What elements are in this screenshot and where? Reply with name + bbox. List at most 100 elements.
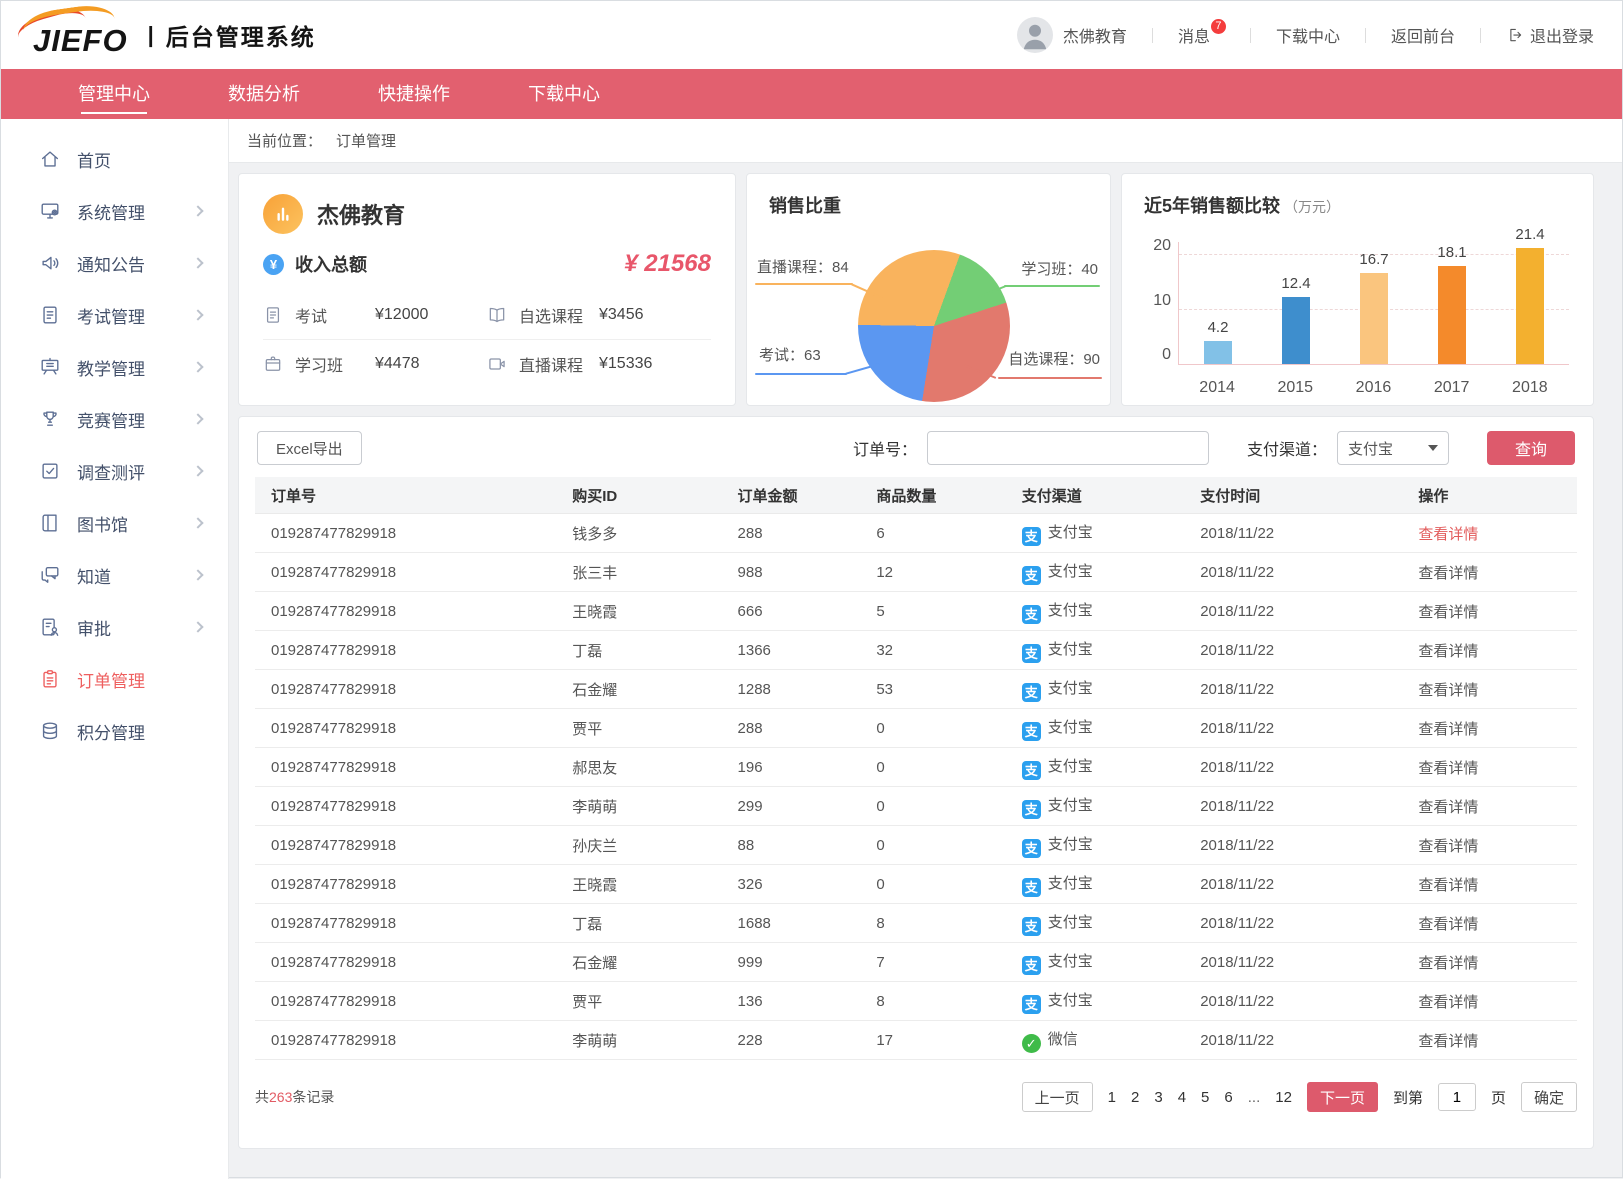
excel-export-button[interactable]: Excel导出 (257, 431, 362, 465)
teaching-icon (39, 356, 61, 378)
buyer-cell: 丁磊 (572, 640, 737, 661)
sidebar-item[interactable]: 教学管理 (1, 341, 228, 393)
sidebar-item[interactable]: 积分管理 (1, 705, 228, 757)
view-details-link[interactable]: 查看详情 (1418, 1033, 1478, 1050)
exam-icon (39, 304, 61, 326)
channel-label: 支付宝 (1048, 563, 1093, 580)
bars: 4.212.416.718.121.4 (1179, 242, 1569, 364)
column-header: 购买ID (572, 485, 737, 506)
pie-callout-label: 学习班：40 (1021, 258, 1098, 279)
view-details-link[interactable]: 查看详情 (1418, 604, 1478, 621)
income-item-value: ¥4478 (375, 355, 420, 373)
chevron-right-icon (192, 517, 203, 528)
nav-tab[interactable]: 管理中心 (39, 69, 189, 119)
page-number[interactable]: 1 (1108, 1089, 1116, 1106)
sidebar-item[interactable]: 系统管理 (1, 185, 228, 237)
amount-cell: 299 (738, 798, 877, 815)
page-number[interactable]: 12 (1275, 1089, 1292, 1106)
logo-separator: | (148, 22, 154, 48)
channel-cell: 支支付宝 (1022, 833, 1200, 858)
view-details-link[interactable]: 查看详情 (1418, 760, 1478, 777)
chevron-down-icon (1428, 445, 1438, 451)
next-page-button[interactable]: 下一页 (1307, 1082, 1378, 1112)
sidebar-item[interactable]: 订单管理 (1, 653, 228, 705)
back-to-front-link[interactable]: 返回前台 (1391, 23, 1455, 47)
download-center-link[interactable]: 下载中心 (1276, 23, 1340, 47)
page-number[interactable]: 4 (1178, 1089, 1186, 1106)
user-name: 杰佛教育 (1063, 23, 1127, 47)
prev-page-button[interactable]: 上一页 (1022, 1082, 1093, 1112)
income-item: 学习班¥4478 (263, 339, 487, 388)
order-no-cell: 019287477829918 (255, 681, 572, 698)
order-no-cell: 019287477829918 (255, 603, 572, 620)
page-number[interactable]: 6 (1224, 1089, 1232, 1106)
amount-cell: 326 (738, 876, 877, 893)
page-number[interactable]: 3 (1154, 1089, 1162, 1106)
page-number[interactable]: 5 (1201, 1089, 1209, 1106)
table-row: 019287477829918王晓霞6665支支付宝2018/11/22查看详情 (255, 592, 1577, 631)
view-details-link[interactable]: 查看详情 (1418, 838, 1478, 855)
quantity-cell: 32 (876, 642, 1021, 659)
order-no-cell: 019287477829918 (255, 993, 572, 1010)
logout-label: 退出登录 (1530, 23, 1594, 47)
storage-box-icon (263, 354, 283, 374)
search-button[interactable]: 查询 (1487, 431, 1575, 465)
income-item-label: 直播课程 (519, 352, 599, 376)
user-avatar[interactable] (1017, 17, 1053, 53)
bar-value-label: 21.4 (1515, 226, 1544, 243)
view-details-link[interactable]: 查看详情 (1418, 916, 1478, 933)
sidebar-item[interactable]: 审批 (1, 601, 228, 653)
column-header: 支付时间 (1200, 485, 1418, 506)
pay-channel-select[interactable]: 支付宝 (1337, 431, 1449, 465)
main-nav: 管理中心数据分析快捷操作下载中心 (1, 69, 1622, 119)
sidebar-item-label: 图书馆 (77, 511, 128, 536)
goto-page-input[interactable] (1438, 1083, 1476, 1111)
view-details-link[interactable]: 查看详情 (1418, 799, 1478, 816)
pay-time-cell: 2018/11/22 (1200, 525, 1418, 542)
view-details-link[interactable]: 查看详情 (1418, 682, 1478, 699)
system-title: 后台管理系统 (166, 18, 316, 52)
channel-label: 支付宝 (1048, 602, 1093, 619)
view-details-link[interactable]: 查看详情 (1418, 877, 1478, 894)
table-row: 019287477829918丁磊136632支支付宝2018/11/22查看详… (255, 631, 1577, 670)
income-total-value: ¥ 21568 (624, 250, 711, 278)
order-no-input[interactable] (927, 431, 1209, 465)
nav-tab[interactable]: 快捷操作 (339, 69, 489, 119)
summary-cards: 杰佛教育 ¥ 收入总额 ¥ 21568 考试¥12000自选课程¥3456学习班… (238, 173, 1594, 406)
nav-tab[interactable]: 下载中心 (489, 69, 639, 119)
alipay-icon: 支 (1022, 917, 1041, 936)
user-menu[interactable]: 杰佛教育 (1017, 17, 1127, 53)
channel-label: 支付宝 (1048, 836, 1093, 853)
divider (1250, 28, 1251, 43)
view-details-link[interactable]: 查看详情 (1418, 721, 1478, 738)
channel-label: 微信 (1048, 1031, 1078, 1048)
messages-badge: 7 (1211, 19, 1226, 34)
sidebar-item[interactable]: 首页 (1, 133, 228, 185)
sidebar-item[interactable]: 图书馆 (1, 497, 228, 549)
sidebar-item[interactable]: 考试管理 (1, 289, 228, 341)
sidebar-item[interactable]: 竞赛管理 (1, 393, 228, 445)
view-details-link[interactable]: 查看详情 (1418, 526, 1478, 543)
sidebar-item[interactable]: 通知公告 (1, 237, 228, 289)
view-details-link[interactable]: 查看详情 (1418, 994, 1478, 1011)
messages-link[interactable]: 消息 7 (1178, 23, 1225, 47)
quantity-cell: 0 (876, 720, 1021, 737)
confirm-page-button[interactable]: 确定 (1521, 1082, 1577, 1112)
goto-prefix: 到第 (1393, 1087, 1423, 1108)
sidebar-item[interactable]: 调查测评 (1, 445, 228, 497)
bar-value-label: 4.2 (1208, 319, 1229, 336)
nav-tab[interactable]: 数据分析 (189, 69, 339, 119)
page-number[interactable]: 2 (1131, 1089, 1139, 1106)
view-details-link[interactable]: 查看详情 (1418, 955, 1478, 972)
view-details-link[interactable]: 查看详情 (1418, 565, 1478, 582)
quantity-cell: 5 (876, 603, 1021, 620)
view-details-link[interactable]: 查看详情 (1418, 643, 1478, 660)
logout-link[interactable]: 退出登录 (1506, 23, 1594, 47)
alipay-icon: 支 (1022, 839, 1041, 858)
pay-channel-label: 支付渠道： (1247, 436, 1327, 460)
pay-time-cell: 2018/11/22 (1200, 954, 1418, 971)
sidebar-item[interactable]: 知道 (1, 549, 228, 601)
bar-rect (1438, 266, 1466, 364)
pay-time-cell: 2018/11/22 (1200, 876, 1418, 893)
channel-cell: 支支付宝 (1022, 911, 1200, 936)
